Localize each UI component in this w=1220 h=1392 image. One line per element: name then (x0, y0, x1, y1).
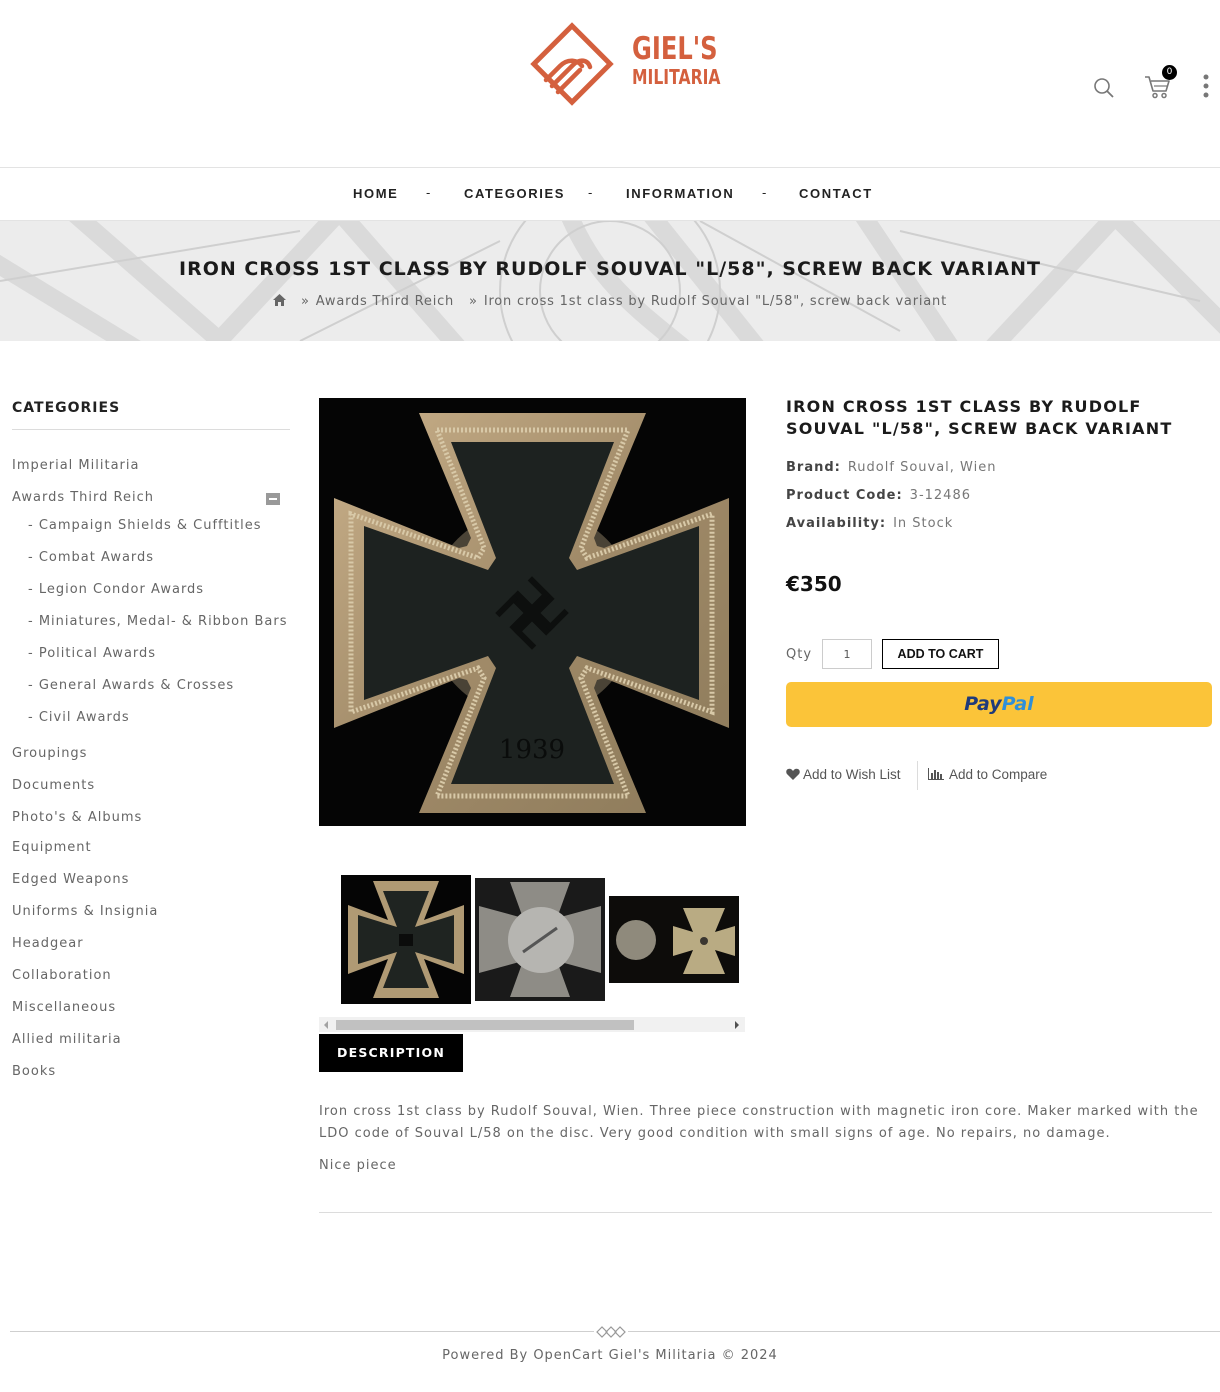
cart-count-badge: 0 (1162, 65, 1177, 80)
site-logo[interactable]: GIEL'S MILITARIA (528, 20, 728, 110)
sidebar-item-headgear[interactable]: Headgear (12, 936, 84, 951)
availability-label: Availability: (786, 516, 887, 531)
tab-description[interactable]: DESCRIPTION (319, 1034, 463, 1072)
nav-contact[interactable]: CONTACT (799, 186, 873, 201)
main-nav: HOME - CATEGORIES - INFORMATION - CONTAC… (0, 167, 1220, 221)
sidebar-subitem-miniatures[interactable]: - Miniatures, Medal- & Ribbon Bars (28, 614, 288, 629)
site-header: GIEL'S MILITARIA 0 (0, 0, 1220, 167)
product-code: Product Code: 3-12486 (786, 488, 971, 503)
logo-mark-icon (530, 22, 614, 106)
sidebar-subitem-legion-condor[interactable]: - Legion Condor Awards (28, 582, 204, 597)
thumbnail-scrollbar[interactable] (319, 1017, 745, 1032)
product-price: €350 (786, 572, 842, 596)
sidebar-subitem-general-awards[interactable]: - General Awards & Crosses (28, 678, 234, 693)
sidebar-subitem-campaign-shields[interactable]: - Campaign Shields & Cufftitles (28, 518, 262, 533)
scrollbar-thumb[interactable] (336, 1020, 634, 1030)
nav-separator: - (588, 185, 593, 200)
quantity-input[interactable] (822, 639, 872, 669)
sidebar-item-documents[interactable]: Documents (12, 778, 95, 793)
breadcrumb-item[interactable]: Iron cross 1st class by Rudolf Souval "L… (484, 294, 947, 309)
heart-icon (786, 768, 800, 783)
sidebar-item-uniforms-insignia[interactable]: Uniforms & Insignia (12, 904, 158, 919)
thumbnail-1[interactable] (341, 875, 471, 1004)
brand-value[interactable]: Rudolf Souval, Wien (848, 460, 997, 475)
divider (917, 761, 918, 790)
sidebar-item-equipment[interactable]: Equipment (12, 840, 92, 855)
home-icon[interactable] (273, 294, 287, 310)
image-year-text: 1939 (499, 735, 565, 765)
nav-separator: - (762, 185, 767, 200)
scroll-right-icon[interactable] (735, 1021, 739, 1029)
product-main-image[interactable]: 1939 (319, 398, 746, 826)
paypal-logo-part-1: Pay (964, 693, 1002, 715)
banner-background-pattern (0, 221, 1220, 341)
logo-line-2: MILITARIA (632, 65, 721, 89)
code-value: 3-12486 (909, 488, 971, 503)
thumbnail-2[interactable] (475, 878, 605, 1001)
sidebar-item-edged-weapons[interactable]: Edged Weapons (12, 872, 129, 887)
sidebar-item-photos-albums[interactable]: Photo's & Albums (12, 810, 142, 825)
product-availability: Availability: In Stock (786, 516, 953, 531)
product-brand: Brand: Rudolf Souval, Wien (786, 460, 996, 475)
footer-copyright: Powered By OpenCart Giel's Militaria © 2… (442, 1348, 778, 1363)
collapse-minus-icon[interactable] (266, 493, 280, 505)
add-to-compare-link[interactable]: Add to Compare (928, 767, 1047, 783)
sidebar-item-allied-militaria[interactable]: Allied militaria (12, 1032, 122, 1047)
category-sidebar: CATEGORIES Imperial Militaria Awards Thi… (12, 400, 290, 1079)
nav-information[interactable]: INFORMATION (626, 186, 734, 201)
sidebar-heading: CATEGORIES (12, 400, 290, 430)
nav-categories[interactable]: CATEGORIES (464, 186, 565, 201)
nav-separator: - (426, 185, 431, 200)
sidebar-item-groupings[interactable]: Groupings (12, 746, 87, 761)
divider (319, 1212, 1212, 1213)
wishlist-label: Add to Wish List (803, 767, 901, 782)
iron-cross-image: 1939 (334, 413, 729, 813)
brand-label: Brand: (786, 460, 841, 475)
sidebar-subitem-combat-awards[interactable]: - Combat Awards (28, 550, 154, 565)
thumbnail-3[interactable] (609, 896, 739, 983)
compare-label: Add to Compare (949, 767, 1048, 782)
bar-chart-icon (928, 768, 944, 783)
sidebar-item-imperial-militaria[interactable]: Imperial Militaria (12, 458, 139, 473)
add-to-cart-button[interactable]: ADD TO CART (882, 639, 999, 669)
product-title: IRON CROSS 1ST CLASS BY RUDOLF SOUVAL "L… (786, 397, 1173, 438)
sidebar-item-miscellaneous[interactable]: Miscellaneous (12, 1000, 116, 1015)
paypal-button[interactable]: PayPal (786, 682, 1212, 727)
logo-text: GIEL'S MILITARIA (632, 31, 745, 89)
sidebar-subitem-civil-awards[interactable]: - Civil Awards (28, 710, 130, 725)
more-vertical-icon[interactable] (1203, 74, 1209, 102)
ornament-icon (594, 1324, 628, 1338)
qty-label: Qty (786, 647, 813, 662)
breadcrumb: » Awards Third Reich » Iron cross 1st clas… (0, 294, 1220, 310)
description-text-2: Nice piece (319, 1158, 397, 1173)
page-title: IRON CROSS 1ST CLASS BY RUDOLF SOUVAL "L… (179, 258, 1041, 280)
sidebar-item-books[interactable]: Books (12, 1064, 56, 1079)
search-icon[interactable] (1093, 77, 1115, 103)
logo-line-1: GIEL'S (632, 31, 718, 67)
sidebar-subitem-political-awards[interactable]: - Political Awards (28, 646, 156, 661)
code-label: Product Code: (786, 488, 903, 503)
availability-value: In Stock (893, 516, 954, 531)
sidebar-item-collaboration[interactable]: Collaboration (12, 968, 112, 983)
sidebar-item-awards-third-reich[interactable]: Awards Third Reich (12, 490, 154, 505)
description-text: Iron cross 1st class by Rudolf Souval, W… (319, 1104, 1199, 1141)
paypal-logo-part-2: Pal (1001, 693, 1034, 715)
scroll-left-icon[interactable] (324, 1021, 328, 1029)
breadcrumb-separator-icon: » (469, 294, 478, 309)
page-banner: IRON CROSS 1ST CLASS BY RUDOLF SOUVAL "L… (0, 221, 1220, 341)
nav-home[interactable]: HOME (353, 186, 398, 201)
thumbnail-carousel (319, 864, 745, 1014)
add-to-wishlist-link[interactable]: Add to Wish List (786, 767, 901, 783)
breadcrumb-separator-icon: » (300, 294, 310, 309)
breadcrumb-item[interactable]: Awards Third Reich (316, 294, 454, 309)
